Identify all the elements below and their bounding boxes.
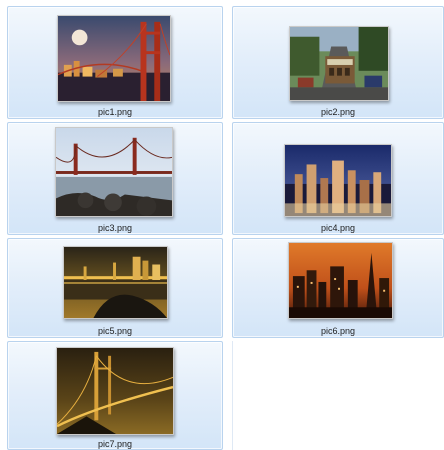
file-item-pic2[interactable]: pic2.png xyxy=(232,6,444,119)
file-item-pic5[interactable]: pic5.png xyxy=(7,238,223,338)
file-item-pic7[interactable]: pic7.png xyxy=(7,341,223,450)
empty-grid-cell xyxy=(232,341,444,450)
thumbnail-pic1 xyxy=(57,15,171,102)
thumbnail-pic4 xyxy=(284,144,392,217)
file-name-label: pic7.png xyxy=(97,439,133,449)
thumbnail-pic7 xyxy=(56,347,174,435)
file-item-pic6[interactable]: pic6.png xyxy=(232,238,444,338)
file-item-pic1[interactable]: pic1.png xyxy=(7,6,223,119)
file-item-pic4[interactable]: pic4.png xyxy=(232,122,444,235)
file-name-label: pic6.png xyxy=(320,326,356,336)
thumbnail-pic5 xyxy=(63,246,168,319)
file-item-pic3[interactable]: pic3.png xyxy=(7,122,223,235)
thumbnail-pic2 xyxy=(289,26,389,101)
file-name-label: pic3.png xyxy=(97,223,133,233)
thumbnail-pic6 xyxy=(288,242,393,319)
file-name-label: pic1.png xyxy=(97,107,133,117)
file-icon-view: pic1.png pic2.png pic3.png pic4.png pic5… xyxy=(0,0,444,450)
file-name-label: pic2.png xyxy=(320,107,356,117)
thumbnail-pic3 xyxy=(55,127,173,217)
file-name-label: pic5.png xyxy=(97,326,133,336)
file-name-label: pic4.png xyxy=(320,223,356,233)
